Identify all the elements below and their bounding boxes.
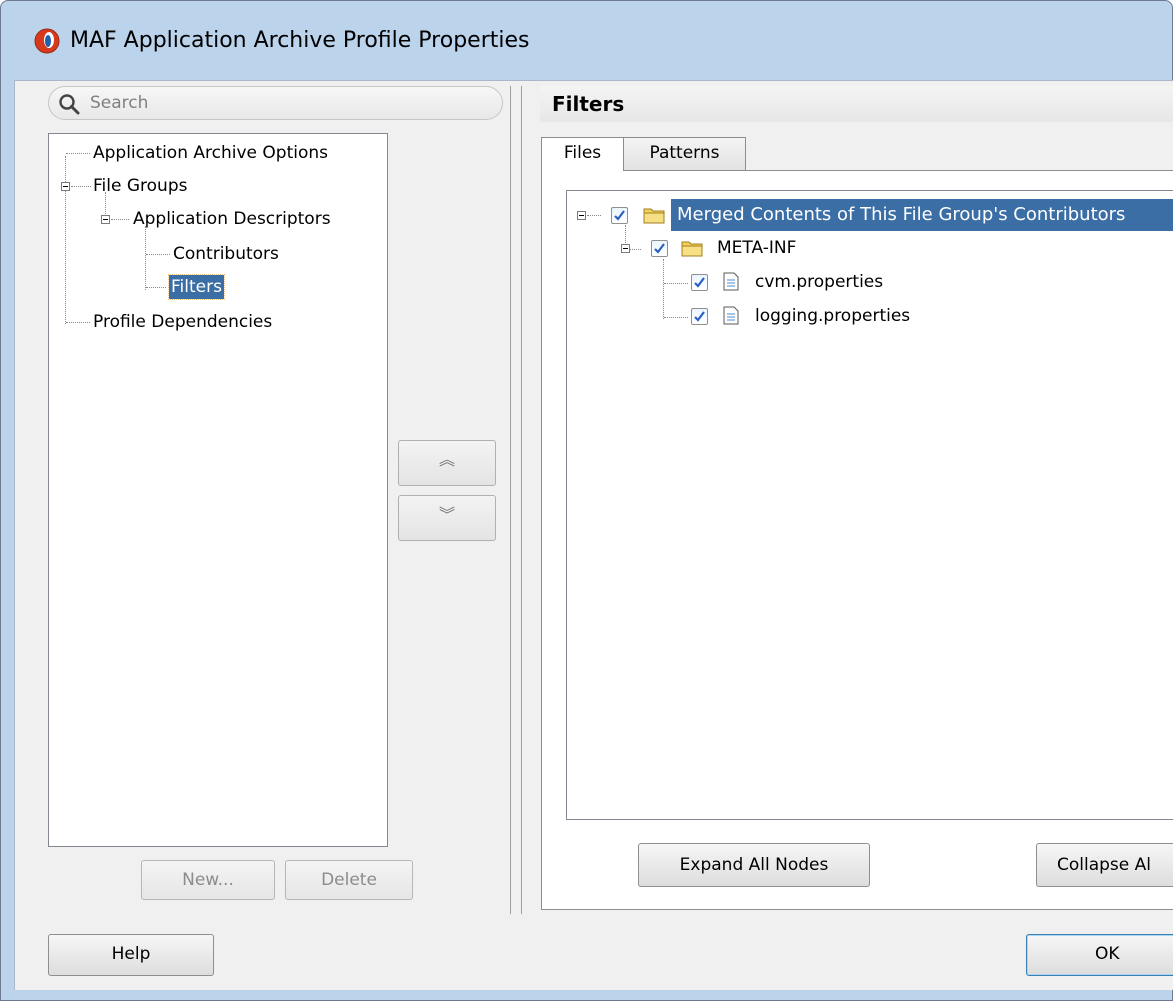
double-chevron-down-icon: ︾ [438, 505, 455, 524]
oracle-app-icon [34, 28, 60, 54]
logging-properties-checkbox[interactable] [691, 308, 708, 325]
move-down-button[interactable]: ︾ [398, 495, 496, 541]
splitter-line [510, 86, 511, 914]
help-button[interactable]: Help [48, 934, 214, 976]
new-button[interactable]: New... [141, 860, 275, 900]
ok-button[interactable]: OK [1026, 934, 1173, 976]
delete-button[interactable]: Delete [285, 860, 413, 900]
search-input[interactable] [90, 90, 490, 116]
checkmark-icon [694, 311, 705, 322]
tree-item-profile-dependencies[interactable]: Profile Dependencies [91, 310, 274, 334]
tab-patterns[interactable]: Patterns [623, 137, 746, 170]
expand-collapse-toggle[interactable] [61, 182, 70, 191]
tree-item-application-archive-options[interactable]: Application Archive Options [91, 141, 330, 165]
checkmark-icon [614, 210, 625, 221]
double-chevron-up-icon: ︽ [438, 450, 455, 469]
move-up-button[interactable]: ︽ [398, 440, 496, 486]
panel-header [540, 86, 1173, 122]
tree-item-cvm-properties[interactable]: cvm.properties [753, 270, 885, 294]
tree-item-file-groups[interactable]: File Groups [91, 174, 189, 198]
root-checkbox[interactable] [611, 207, 628, 224]
cvm-properties-checkbox[interactable] [691, 274, 708, 291]
splitter-line[interactable] [521, 86, 522, 914]
folder-icon [643, 208, 665, 224]
tree-item-meta-inf[interactable]: META-INF [715, 236, 798, 260]
files-tree[interactable]: Merged Contents of This File Group's Con… [566, 190, 1173, 820]
expand-collapse-toggle[interactable] [621, 244, 630, 253]
tree-item-filters[interactable]: Filters [168, 274, 225, 300]
search-icon [59, 94, 80, 115]
window-title: MAF Application Archive Profile Properti… [70, 28, 530, 53]
panel-title: Filters [552, 92, 625, 116]
checkmark-icon [694, 277, 705, 288]
expand-collapse-toggle[interactable] [101, 215, 110, 224]
expand-all-nodes-button[interactable]: Expand All Nodes [638, 843, 870, 887]
file-icon [723, 272, 739, 291]
tree-item-logging-properties[interactable]: logging.properties [753, 304, 912, 328]
meta-inf-checkbox[interactable] [651, 240, 668, 257]
tree-item-contributors[interactable]: Contributors [171, 242, 281, 266]
tab-files[interactable]: Files [541, 137, 624, 171]
file-icon [723, 306, 739, 325]
tree-item-application-descriptors[interactable]: Application Descriptors [131, 207, 333, 231]
expand-collapse-toggle[interactable] [577, 211, 586, 220]
folder-icon [681, 241, 703, 257]
navigation-tree[interactable]: Application Archive Options File Groups … [48, 133, 388, 847]
tree-item-merged-contents[interactable]: Merged Contents of This File Group's Con… [675, 203, 1127, 227]
checkmark-icon [654, 243, 665, 254]
collapse-all-nodes-button[interactable]: Collapse Al [1036, 843, 1173, 887]
